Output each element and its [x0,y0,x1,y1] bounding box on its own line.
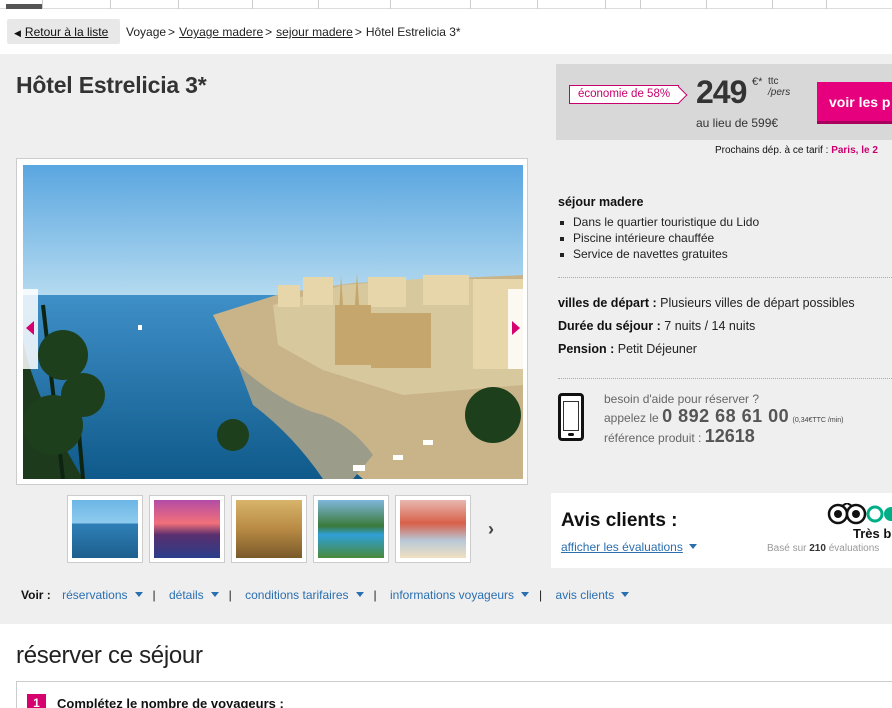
next-departures-value[interactable]: Paris, le 2 [831,145,878,156]
section-nav: Voir : réservations | détails | conditions… [21,588,629,602]
price-currency: €* [752,76,763,88]
booking-title: réserver ce séjour [16,642,203,669]
nav-tab[interactable] [252,0,253,9]
section-nav-label: Voir : [21,588,51,602]
prev-photo-button[interactable] [23,289,38,369]
step-text: Complétez le nombre de voyageurs : [57,696,284,708]
call-rate: (0,34€TTC /min) [792,417,844,424]
breadcrumb-separator: > [265,25,273,39]
breadcrumb-separator: > [168,25,176,39]
nav-tab[interactable] [42,0,43,9]
nav-tab[interactable] [706,0,707,9]
help-question: besoin d'aide pour réserver ? [604,392,760,406]
list-item: Dans le quartier touristique du Lido [558,215,759,231]
board-info: Pension : Petit Déjeuner [558,342,697,356]
thumbnail[interactable] [313,495,389,563]
section-link-reservations[interactable]: réservations [62,588,142,602]
step-number: 1 [27,694,46,708]
price-unit: ttc /pers [768,76,790,98]
show-reviews-link[interactable]: afficher les évaluations [561,540,697,554]
nav-tab[interactable] [110,0,111,9]
feature-list: Dans le quartier touristique du Lido Pis… [558,215,759,263]
duration-label: Durée du séjour : [558,319,661,333]
divider [558,378,892,379]
reviews-title: Avis clients : [561,510,678,531]
ref-label: référence produit : [604,431,702,445]
departure-label: villes de départ : [558,296,657,310]
reviews-panel: Avis clients : afficher les évaluations … [551,493,892,568]
nav-tab[interactable] [826,0,827,9]
thumbnail[interactable] [149,495,225,563]
phone-number[interactable]: 0 892 68 61 00 [662,406,789,426]
ref-code: 12618 [704,426,755,446]
section-link-reviews[interactable]: avis clients [556,588,630,602]
departure-value: Plusieurs villes de départ possibles [660,296,855,310]
chevron-right-icon[interactable]: › [488,519,494,540]
breadcrumb-item-current: Hôtel Estrelicia 3* [365,25,461,39]
based-suffix: évaluations [828,543,880,554]
booking-step: 1 Complétez le nombre de voyageurs : [16,681,892,708]
breadcrumb-item-voyage-madere[interactable]: Voyage madere [179,25,263,39]
breadcrumb-item-sejour-madere[interactable]: sejour madere [276,25,353,39]
old-price: au lieu de 599€ [696,116,779,130]
nav-tab[interactable] [390,0,391,9]
section-link-conditions[interactable]: conditions tarifaires [245,588,363,602]
price-unit-ttc: ttc [768,76,779,87]
based-prefix: Basé sur [767,543,807,554]
bay-photo [23,165,523,479]
see-prices-button[interactable]: voir les p [817,82,892,124]
duration-value: 7 nuits / 14 nuits [664,319,756,333]
chevron-right-icon [512,321,520,335]
review-count-value: 210 [809,543,826,554]
review-count: Basé sur 210 évaluations [767,543,879,554]
back-to-list-label: Retour à la liste [24,25,109,39]
photo-gallery [16,158,528,485]
section-link-traveller-info[interactable]: informations voyageurs [390,588,529,602]
page-title: Hôtel Estrelicia 3* [16,72,207,98]
section-link-details[interactable]: détails [169,588,219,602]
call-label: appelez le [604,411,659,425]
thumbnail[interactable] [395,495,471,563]
back-arrow-icon: ◀ [14,28,21,38]
duration-info: Durée du séjour : 7 nuits / 14 nuits [558,319,755,333]
nav-tab[interactable] [470,0,471,9]
thumbnail[interactable] [231,495,307,563]
product-reference: référence produit : 12618 [604,426,755,447]
economy-badge: économie de 58% [569,85,680,104]
rating-label: Très b [853,526,892,541]
divider [558,277,892,278]
next-departures-label: Prochains dép. à ce tarif : [715,145,829,156]
nav-tab[interactable] [640,0,641,9]
price-unit-pers: /pers [768,87,791,98]
nav-tab[interactable] [772,0,773,9]
board-value: Petit Déjeuner [617,342,697,356]
help-call: appelez le 0 892 68 61 00 (0,34€TTC /min… [604,406,844,427]
next-photo-button[interactable] [508,289,523,369]
next-departures: Prochains dép. à ce tarif : Paris, le 2 [715,145,878,156]
list-item: Service de navettes gratuites [558,247,759,263]
tripadvisor-owl-icon [827,503,892,525]
chevron-left-icon [26,321,34,335]
nav-tab[interactable] [318,0,319,9]
main-photo [23,165,523,479]
nav-tab[interactable] [537,0,538,9]
nav-tab[interactable] [605,0,606,9]
board-label: Pension : [558,342,615,356]
breadcrumb-separator: > [354,25,362,39]
stay-title: séjour madere [558,195,644,209]
back-to-list-button[interactable]: ◀ Retour à la liste [7,19,120,44]
price-box: économie de 58% 249 €* ttc /pers au lieu… [556,64,892,140]
list-item: Piscine intérieure chauffée [558,231,759,247]
departure-info: villes de départ : Plusieurs villes de d… [558,296,855,310]
top-nav [0,0,892,9]
phone-icon [558,393,584,441]
breadcrumb: Voyage > Voyage madere > sejour madere > Hôtel… [126,25,461,39]
thumbnail[interactable] [67,495,143,563]
price-amount: 249 [696,74,747,110]
booking-section: réserver ce séjour 1 Complétez le nombre… [0,624,892,708]
breadcrumb-item-voyage[interactable]: Voyage [126,25,166,39]
nav-tab[interactable] [178,0,179,9]
